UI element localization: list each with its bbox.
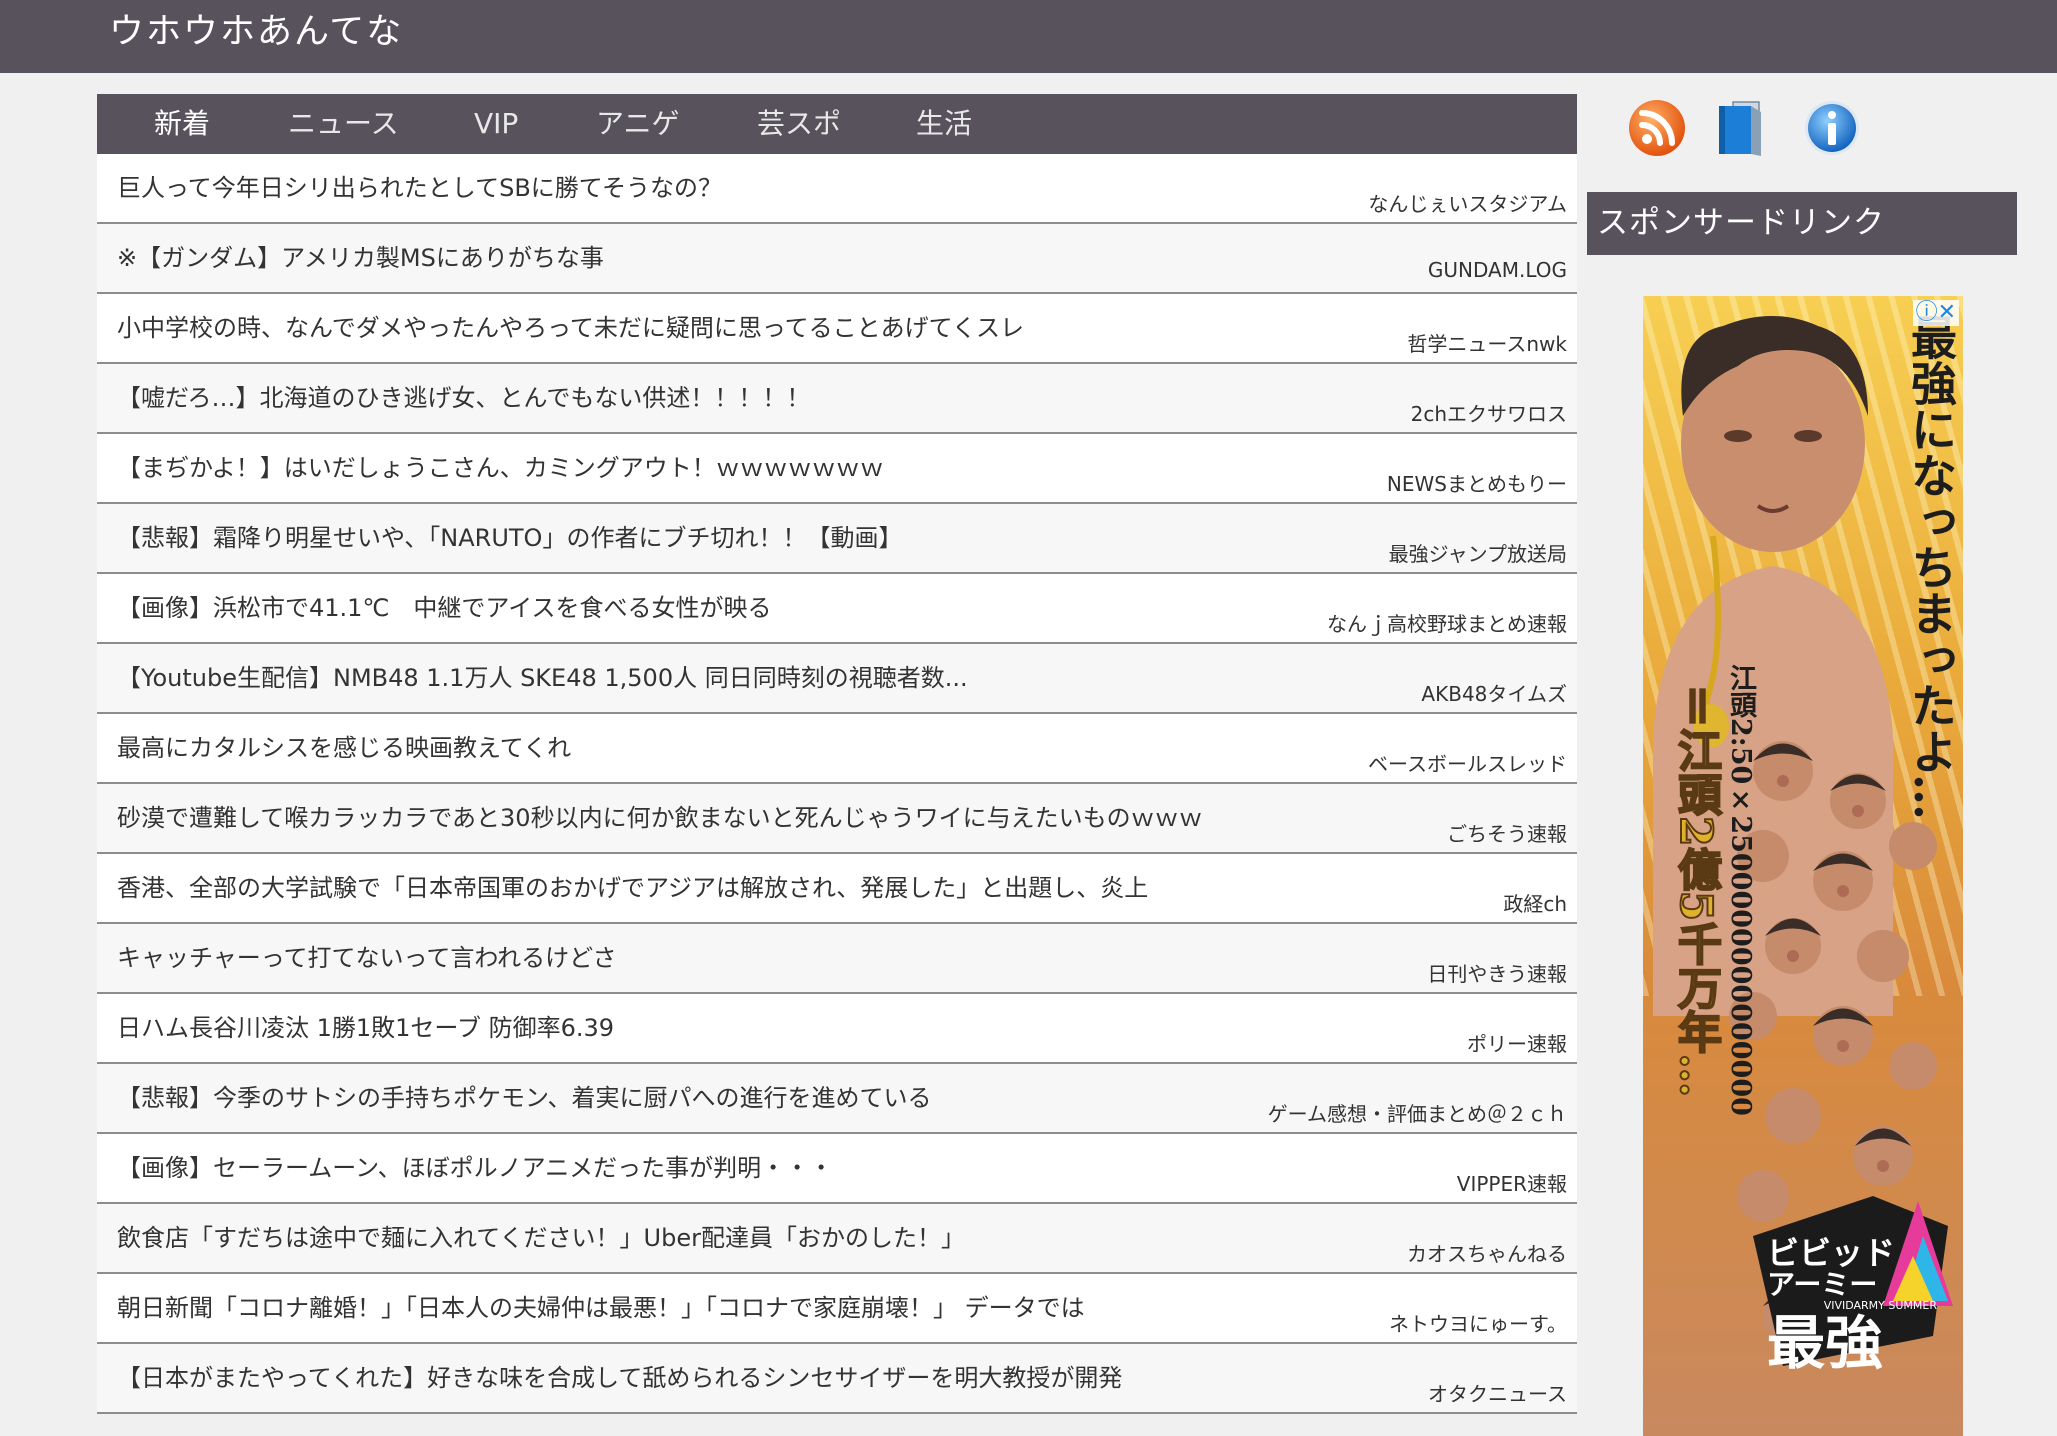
article-row[interactable]: 【悲報】今季のサトシの手持ちポケモン、着実に厨パへの進行を進めているゲーム感想・… [97, 1064, 1577, 1134]
article-row[interactable]: 砂漠で遭難して喉カラッカラであと30秒以内に何か飲まないと死んじゃうワイに与えた… [97, 784, 1577, 854]
article-row[interactable]: 【まぢかよ！】はいだしょうこさん、カミングアウト！ｗｗｗｗｗｗｗ NEWSまとめも… [97, 434, 1577, 504]
sidebar-icons [1587, 94, 2017, 164]
ad-logo-line2: アーミー [1767, 1268, 1878, 1301]
article-row[interactable]: 【Youtube生配信】NMB48 1.1万人 SKE48 1,500人 同日同… [97, 644, 1577, 714]
article-title[interactable]: ※【ガンダム】アメリカ製MSにありがちな事 [117, 238, 604, 273]
ad-banner[interactable]: 最強になっちまったよ… 江頭2:50×2500000000000000 ＝江頭2… [1643, 296, 1963, 1436]
article-row[interactable]: 小中学校の時、なんでダメやったんやろって未だに疑問に思ってることあげてくスレ哲学… [97, 294, 1577, 364]
article-source[interactable]: 最強ジャンプ放送局 [1389, 538, 1567, 567]
article-row[interactable]: キャッチャーって打てないって言われるけどさ日刊やきう速報 [97, 924, 1577, 994]
ad-headline: 最強になっちまったよ… [1904, 314, 1958, 820]
tab-life[interactable]: 生活 [916, 94, 972, 154]
article-source[interactable]: 政経ch [1503, 888, 1567, 917]
article-title[interactable]: 飲食店「すだちは途中で麺に入れてください！」Uber配達員「おかのした！」 [117, 1218, 965, 1253]
site-header: ウホウホあんてな [0, 0, 2057, 73]
article-row[interactable]: 【日本がまたやってくれた】好きな味を合成して舐められるシンセサイザーを明大教授が… [97, 1344, 1577, 1414]
article-row[interactable]: 飲食店「すだちは途中で麺に入れてください！」Uber配達員「おかのした！」カオス… [97, 1204, 1577, 1274]
article-source[interactable]: AKB48タイムズ [1421, 678, 1567, 707]
article-source[interactable]: ポリー速報 [1467, 1028, 1567, 1057]
article-title[interactable]: 最高にカタルシスを感じる映画教えてくれ [117, 728, 571, 763]
article-source[interactable]: 2chエクサワロス [1411, 398, 1567, 427]
article-row[interactable]: 香港、全部の大学試験で「日本帝国軍のおかげでアジアは解放され、発展した」と出題し… [97, 854, 1577, 924]
article-title[interactable]: 小中学校の時、なんでダメやったんやろって未だに疑問に思ってることあげてくスレ [117, 308, 1024, 343]
article-source[interactable]: ベースボールスレッド [1368, 748, 1567, 777]
article-title[interactable]: 【日本がまたやってくれた】好きな味を合成して舐められるシンセサイザーを明大教授が… [117, 1358, 1122, 1393]
ad-close-icon[interactable]: ⓘ✕ [1912, 300, 1959, 326]
article-title[interactable]: 【画像】セーラームーン、ほぼポルノアニメだった事が判明・・・ [117, 1148, 833, 1183]
rss-icon[interactable] [1627, 98, 1687, 158]
tab-anige[interactable]: アニゲ [596, 94, 679, 154]
article-source[interactable]: カオスちゃんねる [1407, 1238, 1567, 1267]
main-column: 新着 ニュース VIP アニゲ 芸スポ 生活 巨人って今年日シリ出られたとしてS… [97, 94, 1577, 1414]
article-title[interactable]: 日ハム長谷川凌汰 1勝1敗1セーブ 防御率6.39 [117, 1008, 614, 1043]
ad-logo: ビビッド アーミー VIVIDARMY SUMMER 最強 [1767, 1236, 1937, 1374]
ad-logo-line3: 最強 [1767, 1309, 1884, 1377]
article-title[interactable]: 香港、全部の大学試験で「日本帝国軍のおかげでアジアは解放され、発展した」と出題し… [117, 868, 1148, 903]
article-row[interactable]: 【嘘だろ…】北海道のひき逃げ女、とんでもない供述！！！！！ 2chエクサワロス [97, 364, 1577, 434]
article-title[interactable]: 【まぢかよ！】はいだしょうこさん、カミングアウト！ｗｗｗｗｗｗｗ [117, 448, 884, 483]
article-list: 巨人って今年日シリ出られたとしてSBに勝てそうなの？ なんじぇいスタジアム ※【ガン… [97, 154, 1577, 1414]
article-title[interactable]: 【嘘だろ…】北海道のひき逃げ女、とんでもない供述！！！！！ [117, 378, 810, 413]
article-row[interactable]: 日ハム長谷川凌汰 1勝1敗1セーブ 防御率6.39 ポリー速報 [97, 994, 1577, 1064]
article-row[interactable]: 最高にカタルシスを感じる映画教えてくれベースボールスレッド [97, 714, 1577, 784]
ad-logo-line1: ビビッド [1767, 1234, 1896, 1272]
article-title[interactable]: 【悲報】今季のサトシの手持ちポケモン、着実に厨パへの進行を進めている [117, 1078, 932, 1113]
article-row[interactable]: ※【ガンダム】アメリカ製MSにありがちな事 GUNDAM.LOG [97, 224, 1577, 294]
info-icon[interactable] [1802, 98, 1862, 158]
tab-news[interactable]: ニュース [288, 94, 399, 154]
article-source[interactable]: なんｊ高校野球まとめ速報 [1327, 608, 1567, 637]
article-row[interactable]: 【画像】浜松市で41.1℃ 中継でアイスを食べる女性が映るなんｊ高校野球まとめ速… [97, 574, 1577, 644]
article-source[interactable]: ゲーム感想・評価まとめ＠２ｃｈ [1268, 1098, 1567, 1127]
article-title[interactable]: 砂漠で遭難して喉カラッカラであと30秒以内に何か飲まないと死んじゃうワイに与えた… [117, 798, 1203, 833]
article-source[interactable]: ネトウヨにゅーす。 [1389, 1308, 1567, 1337]
article-source[interactable]: なんじぇいスタジアム [1368, 188, 1567, 217]
article-title[interactable]: 巨人って今年日シリ出られたとしてSBに勝てそうなの？ [117, 168, 722, 203]
tab-new[interactable]: 新着 [154, 94, 210, 154]
article-row[interactable]: 【悲報】霜降り明星せいや、「NARUTO」の作者にブチ切れ！！【動画】最強ジャン… [97, 504, 1577, 574]
sidebar: スポンサードリンク 最強になっちまったよ… 江頭2:50×25000000000… [1587, 94, 2017, 1436]
article-row[interactable]: 巨人って今年日シリ出られたとしてSBに勝てそうなの？ なんじぇいスタジアム [97, 154, 1577, 224]
article-title[interactable]: 朝日新聞「コロナ離婚！」「日本人の夫婦仲は最悪！」「コロナで家庭崩壊！」 データ… [117, 1288, 1085, 1323]
article-title[interactable]: 【Youtube生配信】NMB48 1.1万人 SKE48 1,500人 同日同… [117, 658, 968, 693]
article-source[interactable]: NEWSまとめもりー [1387, 468, 1567, 497]
sponsor-heading: スポンサードリンク [1587, 192, 2017, 255]
site-title[interactable]: ウホウホあんてな [109, 10, 403, 54]
article-source[interactable]: GUNDAM.LOG [1428, 258, 1567, 282]
ad-big-text: ＝江頭2億5千万年… [1669, 683, 1722, 1098]
article-source[interactable]: ごちそう速報 [1447, 818, 1567, 847]
article-row[interactable]: 朝日新聞「コロナ離婚！」「日本人の夫婦仲は最悪！」「コロナで家庭崩壊！」 データ… [97, 1274, 1577, 1344]
article-source[interactable]: オタクニュース [1428, 1378, 1567, 1407]
article-title[interactable]: キャッチャーって打てないって言われるけどさ [117, 938, 616, 973]
tab-geispo[interactable]: 芸スポ [757, 94, 841, 154]
article-row[interactable]: 【画像】セーラームーン、ほぼポルノアニメだった事が判明・・・ VIPPER速報 [97, 1134, 1577, 1204]
article-source[interactable]: VIPPER速報 [1457, 1168, 1567, 1197]
article-title[interactable]: 【悲報】霜降り明星せいや、「NARUTO」の作者にブチ切れ！！【動画】 [117, 518, 902, 553]
article-source[interactable]: 哲学ニュースnwk [1407, 328, 1567, 357]
category-tabs: 新着 ニュース VIP アニゲ 芸スポ 生活 [97, 94, 1577, 154]
article-source[interactable]: 日刊やきう速報 [1427, 958, 1567, 987]
book-icon[interactable] [1713, 98, 1773, 158]
article-title[interactable]: 【画像】浜松市で41.1℃ 中継でアイスを食べる女性が映る [117, 588, 771, 623]
tab-vip[interactable]: VIP [474, 94, 518, 154]
